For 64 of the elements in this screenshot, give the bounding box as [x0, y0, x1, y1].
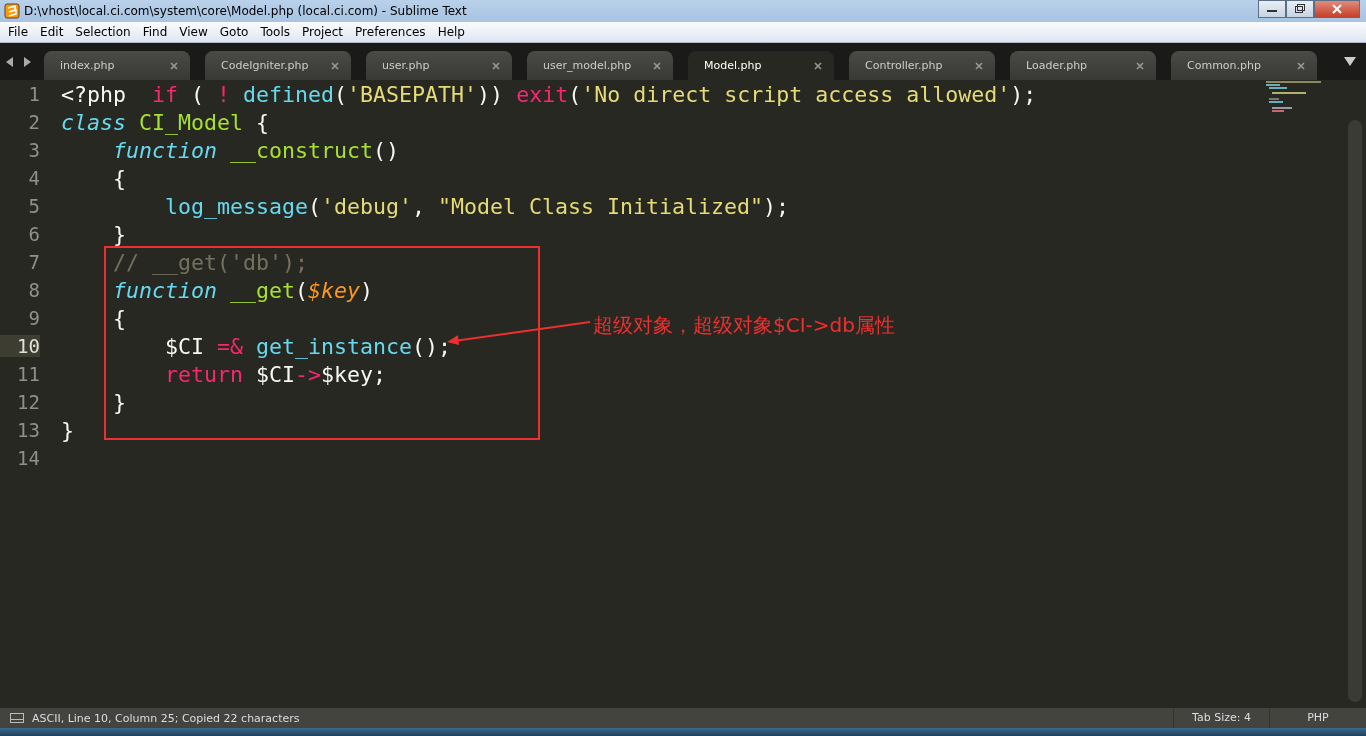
code-line: $CI =& get_instance(); — [164, 333, 452, 359]
code-line: } — [61, 417, 74, 443]
line-number: 4 — [27, 167, 40, 189]
line-number: 13 — [16, 419, 40, 441]
annotation-text: 超级对象，超级对象$CI->db属性 — [593, 312, 895, 339]
minimize-button[interactable] — [1258, 0, 1286, 18]
close-icon[interactable] — [1297, 61, 1305, 70]
code-line: function __get($key) — [112, 277, 374, 303]
close-icon[interactable] — [492, 61, 500, 70]
close-icon[interactable] — [814, 61, 822, 70]
close-icon — [1331, 4, 1343, 14]
line-number: 10 — [0, 335, 40, 357]
line-number: 11 — [16, 363, 40, 385]
app-icon — [4, 3, 20, 19]
close-icon[interactable] — [975, 61, 983, 70]
maximize-button[interactable] — [1286, 0, 1314, 18]
line-number: 2 — [27, 111, 40, 133]
close-icon[interactable] — [653, 61, 661, 70]
code-line: } — [112, 389, 126, 415]
file-tab[interactable]: Common.php — [1171, 51, 1317, 80]
status-message: ASCII, Line 10, Column 25; Copied 22 characters — [32, 711, 300, 725]
window-title: D:\vhost\local.ci.com\system\core\Model.php (local.ci.com) - Sublime Text — [24, 4, 467, 18]
line-number: 1 — [27, 83, 40, 105]
panel-icon[interactable] — [10, 713, 24, 723]
menu-item[interactable]: Edit — [34, 25, 70, 39]
menu-item[interactable]: Project — [296, 25, 350, 39]
maximize-icon — [1294, 4, 1306, 14]
code-line: function __construct() — [112, 137, 400, 163]
file-tab[interactable]: index.php — [44, 51, 190, 80]
file-tab[interactable]: user_model.php — [527, 51, 673, 80]
menu-item[interactable]: View — [173, 25, 214, 39]
file-tab[interactable]: Model.php — [688, 51, 834, 80]
line-number: 3 — [27, 139, 40, 161]
close-icon[interactable] — [170, 61, 178, 70]
code-line: return $CI->$key; — [164, 361, 387, 387]
line-number: 14 — [16, 447, 40, 469]
line-number: 7 — [27, 251, 40, 273]
menu-item[interactable]: Preferences — [349, 25, 432, 39]
close-button[interactable] — [1314, 0, 1360, 18]
menu-item[interactable]: Goto — [213, 25, 255, 39]
file-tab[interactable]: Loader.php — [1010, 51, 1156, 80]
code-line: // __get('db'); — [112, 249, 308, 275]
menu-item[interactable]: Find — [136, 25, 174, 39]
file-tab[interactable]: Controller.php — [849, 51, 995, 80]
menu-item[interactable]: Help — [431, 25, 471, 39]
code-line: class CI_Model { — [61, 109, 270, 135]
code-line: <?php if ( ! defined('BASEPATH')) exit('No direct script access allowed'); — [61, 81, 1037, 107]
menu-item[interactable]: File — [2, 25, 35, 39]
code-line: } — [112, 221, 126, 247]
close-icon[interactable] — [331, 61, 339, 70]
menu-item[interactable]: Tools — [254, 25, 296, 39]
file-tab[interactable]: CodeIgniter.php — [205, 51, 351, 80]
line-number: 8 — [27, 279, 40, 301]
line-number: 5 — [27, 195, 40, 217]
file-tab[interactable]: user.php — [366, 51, 512, 80]
code-line: { — [112, 165, 126, 191]
line-number: 6 — [27, 223, 40, 245]
menu-item[interactable]: Selection — [69, 25, 137, 39]
line-number: 12 — [16, 391, 40, 413]
dropdown-icon[interactable] — [1344, 57, 1356, 66]
code-line: log_message('debug', "Model Class Initialized"); — [164, 193, 790, 219]
close-icon[interactable] — [1136, 61, 1144, 70]
line-number: 9 — [27, 307, 40, 329]
code-line: { — [112, 305, 126, 331]
